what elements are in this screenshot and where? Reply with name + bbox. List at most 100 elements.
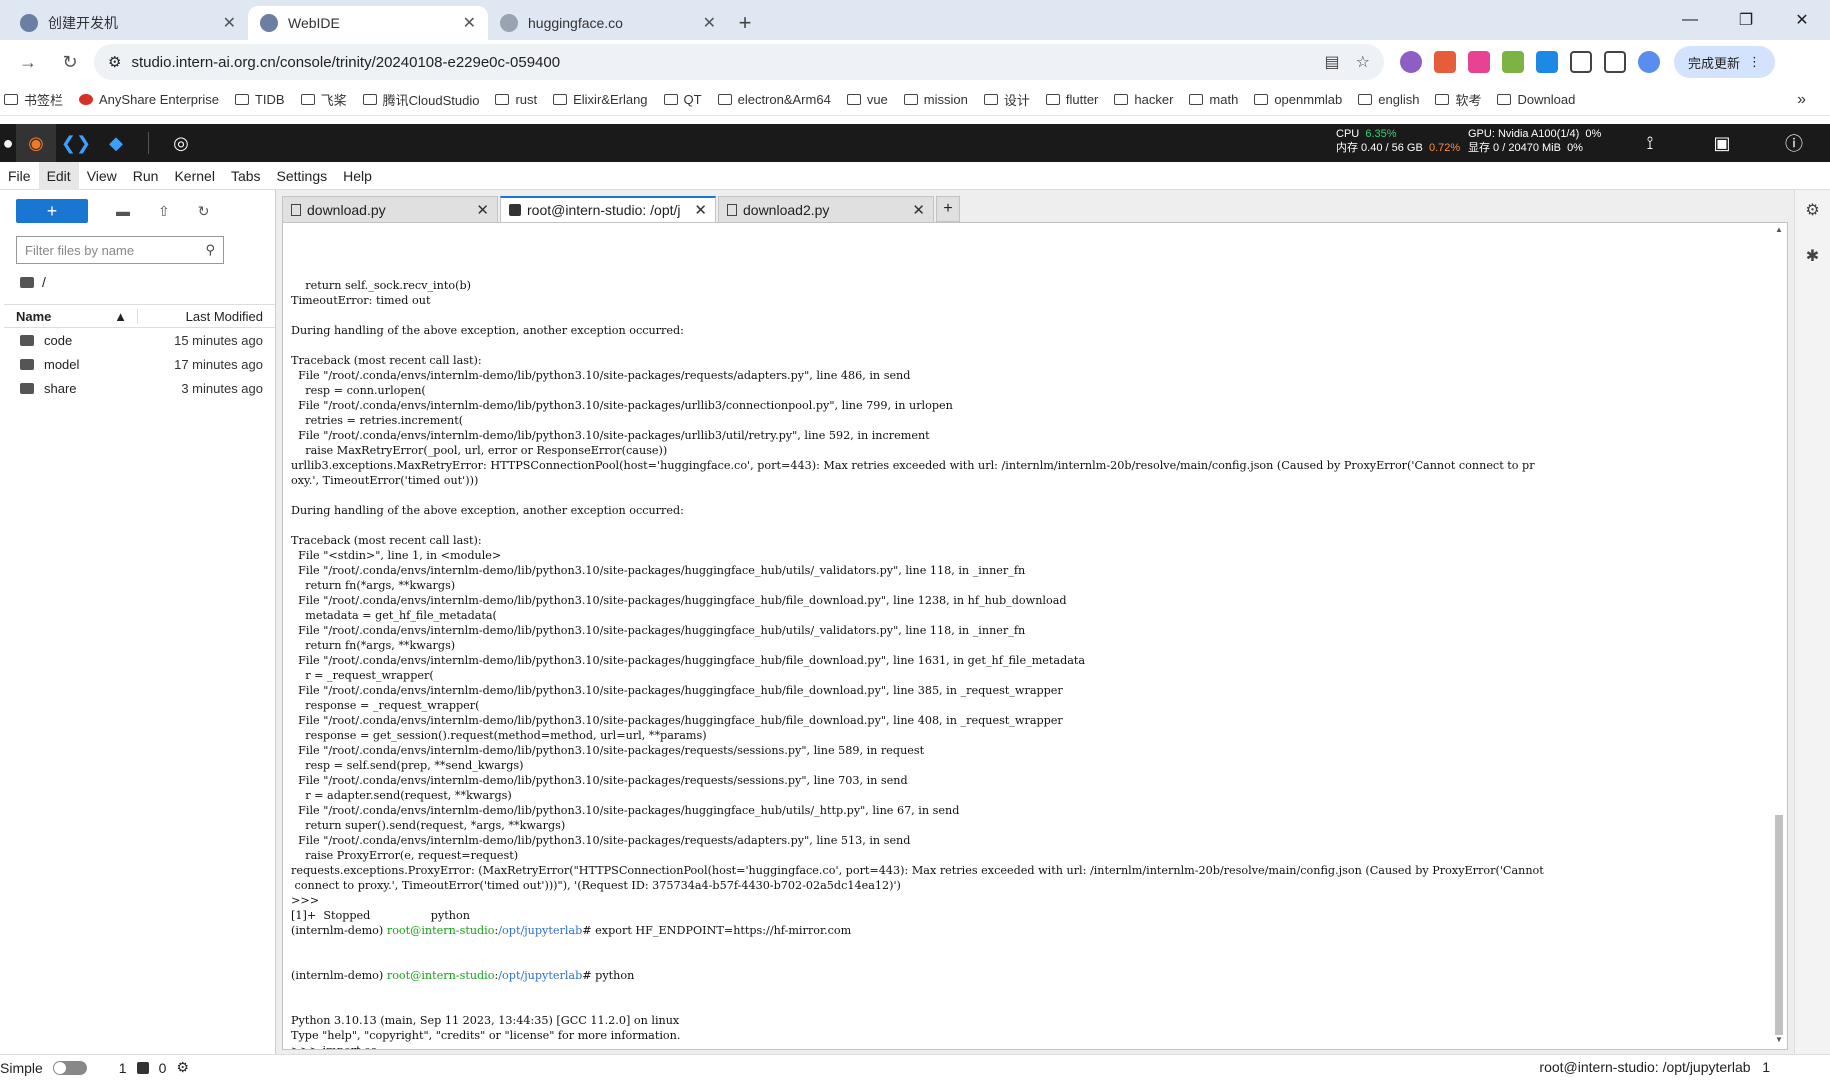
file-browser: + ▬ ⇧ ↻ Filter files by name ⚲ / Name ▲ L… xyxy=(4,190,276,1054)
breadcrumb[interactable]: / xyxy=(20,274,275,290)
bookmark-item[interactable]: Download xyxy=(1497,92,1575,107)
bookmark-item[interactable]: AnyShare Enterprise xyxy=(79,92,219,107)
menu-settings[interactable]: Settings xyxy=(269,162,336,190)
bookmark-star-icon[interactable]: ☆ xyxy=(1356,52,1370,72)
close-icon[interactable]: ✕ xyxy=(463,13,476,33)
menu-edit[interactable]: Edit xyxy=(38,161,79,190)
menu-kernel[interactable]: Kernel xyxy=(166,162,222,190)
close-window-icon[interactable]: ✕ xyxy=(1774,0,1830,40)
browser-tab-1[interactable]: WebIDE ✕ xyxy=(248,6,488,40)
simple-mode-label: Simple xyxy=(0,1059,43,1076)
code-server-icon[interactable]: ❮❯ xyxy=(56,124,96,162)
bookmark-item[interactable]: QT xyxy=(663,92,702,107)
bookmark-item[interactable]: hacker xyxy=(1114,92,1173,107)
bookmark-item[interactable]: 书签栏 xyxy=(4,90,63,109)
debugger-icon[interactable]: ✱ xyxy=(1795,246,1830,282)
add-tab-button[interactable]: + xyxy=(936,196,960,222)
browser-tab-0[interactable]: 创建开发机 ✕ xyxy=(8,6,248,40)
bookmark-item[interactable]: english xyxy=(1358,92,1419,107)
new-folder-icon[interactable]: ▬ xyxy=(116,203,130,219)
property-inspector-icon[interactable]: ⚙ xyxy=(1795,200,1830,236)
close-icon[interactable]: ✕ xyxy=(223,13,236,33)
bookmark-item[interactable]: TIDB xyxy=(234,92,285,107)
mem-value: 0.72% xyxy=(1428,142,1461,154)
browser-tab-2[interactable]: huggingface.co ✕ xyxy=(488,6,728,40)
browser-tab-title: 创建开发机 xyxy=(48,15,118,31)
upload-icon[interactable]: ⇧ xyxy=(158,203,170,220)
terminal-scrollbar[interactable]: ▲ ▼ xyxy=(1773,225,1785,1047)
tensorflow-icon[interactable]: ⟟ xyxy=(1614,124,1686,162)
reload-icon[interactable]: ↻ xyxy=(52,44,88,80)
bookmark-item[interactable]: 软考 xyxy=(1435,90,1481,109)
close-icon[interactable]: ✕ xyxy=(694,201,707,219)
simple-mode-toggle[interactable] xyxy=(52,1060,87,1075)
extension-icon[interactable] xyxy=(1502,51,1524,73)
forward-icon[interactable]: → xyxy=(10,44,46,80)
new-launcher-button[interactable]: + xyxy=(16,199,88,223)
bookmark-item[interactable]: flutter xyxy=(1045,92,1098,107)
terminal-line: raise ProxyError(e, request=request) xyxy=(291,849,519,862)
monitor-icon[interactable]: ▣ xyxy=(1686,124,1758,162)
bookmark-item[interactable]: mission xyxy=(903,92,968,107)
compass-icon[interactable]: ◎ xyxy=(161,124,201,162)
scroll-up-icon[interactable]: ▲ xyxy=(1773,225,1785,237)
minimize-icon[interactable]: — xyxy=(1662,0,1718,40)
scroll-down-icon[interactable]: ▼ xyxy=(1773,1035,1785,1047)
user-avatar-icon[interactable]: ● xyxy=(0,124,16,162)
menu-help[interactable]: Help xyxy=(335,162,380,190)
bookmark-item[interactable]: math xyxy=(1189,92,1238,107)
column-modified-header[interactable]: Last Modified xyxy=(138,309,275,324)
info-icon[interactable]: ⓘ xyxy=(1758,124,1830,162)
bookmarks-overflow-icon[interactable]: » xyxy=(1797,91,1830,109)
menu-run[interactable]: Run xyxy=(125,162,167,190)
menu-tabs[interactable]: Tabs xyxy=(223,162,269,190)
terminal-view[interactable]: return self._sock.recv_into(b) TimeoutErr… xyxy=(282,222,1788,1050)
doc-tab-download2-py[interactable]: download2.py ✕ xyxy=(718,196,934,222)
puzzle-icon[interactable] xyxy=(1570,51,1592,73)
scrollbar-thumb[interactable] xyxy=(1775,815,1783,1035)
update-button[interactable]: 完成更新 ⋮ xyxy=(1674,46,1776,78)
bookmark-item[interactable]: rust xyxy=(495,92,537,107)
close-icon[interactable]: ✕ xyxy=(476,201,489,219)
file-row[interactable]: code 15 minutes ago xyxy=(4,328,275,352)
filter-files-input[interactable]: Filter files by name ⚲ xyxy=(16,236,224,264)
close-icon[interactable]: ✕ xyxy=(912,201,925,219)
bookmark-item[interactable]: openmmlab xyxy=(1254,92,1342,107)
file-row[interactable]: share 3 minutes ago xyxy=(4,376,275,400)
close-icon[interactable]: ✕ xyxy=(703,13,716,33)
browser-tab-title: huggingface.co xyxy=(528,15,623,31)
refresh-icon[interactable]: ↻ xyxy=(198,203,210,220)
bookmark-item[interactable]: Elixir&Erlang xyxy=(553,92,648,107)
site-info-icon[interactable]: ⚙ xyxy=(108,53,121,71)
doc-tab-terminal[interactable]: root@intern-studio: /opt/j ✕ xyxy=(500,196,716,222)
jupyter-icon[interactable]: ◉ xyxy=(16,124,56,162)
doc-tab-download-py[interactable]: download.py ✕ xyxy=(282,196,498,222)
profile-icon[interactable] xyxy=(1638,51,1660,73)
terminal-line: resp = conn.urlopen( xyxy=(291,384,426,397)
file-row[interactable]: model 17 minutes ago xyxy=(4,352,275,376)
extension-icon[interactable] xyxy=(1536,51,1558,73)
column-name-header[interactable]: Name ▲ xyxy=(4,308,138,324)
new-tab-button[interactable]: + xyxy=(728,6,762,40)
extension-icon[interactable] xyxy=(1468,51,1490,73)
extension-icon[interactable] xyxy=(1434,51,1456,73)
url-field[interactable]: ⚙ studio.intern-ai.org.cn/console/trinit… xyxy=(94,44,1384,80)
terminal-line: File "/root/.conda/envs/internlm-demo/li… xyxy=(291,744,925,757)
bookmark-item[interactable]: 腾讯CloudStudio xyxy=(362,90,479,109)
restore-icon[interactable]: ❐ xyxy=(1718,0,1774,40)
clipboard-icon[interactable]: ▤ xyxy=(1325,52,1340,72)
menu-file[interactable]: File xyxy=(0,162,39,190)
menu-view[interactable]: View xyxy=(79,162,125,190)
bookmark-item[interactable]: 飞桨 xyxy=(300,90,347,109)
cpu-label: CPU xyxy=(1336,128,1360,140)
command-text: # export HF_ENDPOINT=https://hf-mirror.c… xyxy=(582,924,852,937)
bookmark-item[interactable]: electron&Arm64 xyxy=(717,92,831,107)
terminal-line: r = adapter.send(request, **kwargs) xyxy=(291,789,512,802)
bookmark-item[interactable]: vue xyxy=(846,92,888,107)
bookmark-item[interactable]: 设计 xyxy=(983,90,1030,109)
search-icon: ⚲ xyxy=(205,242,215,257)
extension-icon[interactable] xyxy=(1400,51,1422,73)
vscode-icon[interactable]: ◆ xyxy=(96,124,136,162)
sidepanel-icon[interactable] xyxy=(1604,51,1626,73)
terminal-line: r = _request_wrapper( xyxy=(291,669,434,682)
